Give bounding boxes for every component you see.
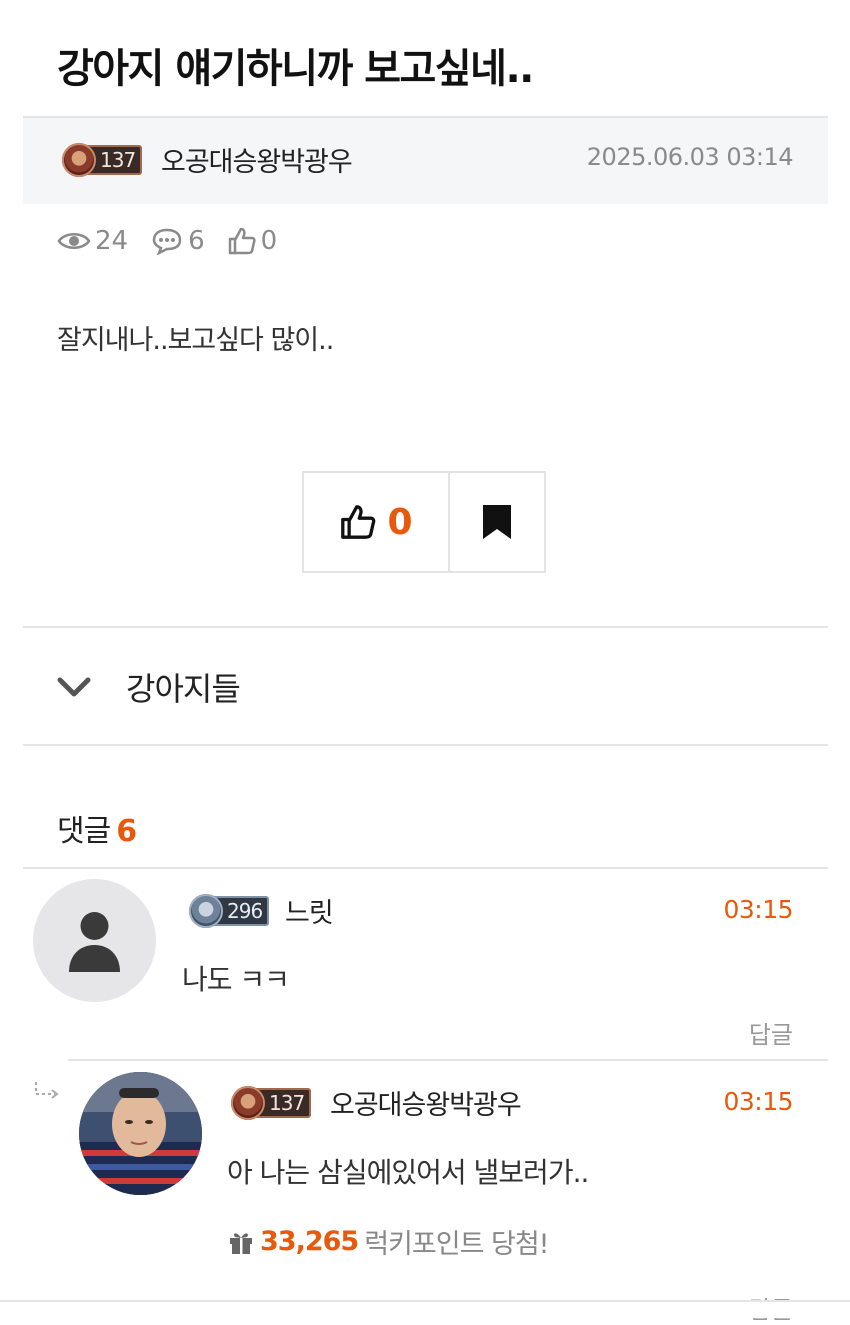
bookmark-button[interactable] [450,473,544,571]
comment-text: 아 나는 삼실에있어서 낼보러가.. [227,1156,589,1189]
divider [23,626,828,628]
like-button[interactable]: 0 [304,473,450,571]
rank-emblem-icon [231,1086,265,1120]
comment-bubble-icon [152,228,182,255]
gift-icon [230,1232,252,1254]
chevron-down-icon [57,677,91,697]
views-count: 24 [95,226,129,256]
reply-arrow-icon [35,1082,59,1099]
comment-text: 나도 ㅋㅋ [182,963,290,996]
comment-author-name[interactable]: 느릿 [285,891,334,930]
post-stats: 24 6 0 [57,226,299,256]
reply-button[interactable]: 답글 [749,1015,793,1050]
eye-icon [57,233,91,249]
divider [23,744,828,746]
avatar[interactable] [33,879,156,1002]
default-user-icon [69,912,120,972]
comment-author-name[interactable]: 오공대승왕박광우 [330,1083,522,1122]
lucky-point-notice: 33,265 럭키포인트 당첨! [228,1222,550,1261]
level-badge: 137 [62,143,143,177]
like-button-count: 0 [387,501,413,543]
profile-photo [79,1072,202,1195]
views-stat: 24 [57,226,128,256]
level-badge: 296 [189,894,270,928]
bookmark-icon [483,505,511,539]
divider [23,867,828,869]
post-title: 강아지 얘기하니까 보고싶네.. [57,46,534,92]
level-badge: 137 [231,1086,312,1120]
lucky-points: 33,265 [260,1226,359,1257]
rank-emblem-icon [189,894,223,928]
category-label: 강아지들 [126,670,241,708]
comments-stat: 6 [150,226,205,256]
avatar[interactable] [79,1072,202,1195]
comment-time: 03:15 [723,895,793,924]
thumbs-up-icon [341,505,376,539]
comments-header-count: 6 [116,814,137,849]
author-name[interactable]: 오공대승왕박광우 [161,140,353,179]
likes-count: 0 [260,226,278,256]
comments-header-label: 댓글 [57,814,111,849]
thumbs-up-icon [228,227,256,255]
post-actions: 0 [302,471,546,573]
category-toggle[interactable]: 강아지들 [57,664,241,710]
rank-emblem-icon [62,143,96,177]
divider [68,1059,828,1061]
comments-header: 댓글 6 [57,806,137,850]
lucky-text: 럭키포인트 당첨! [364,1229,549,1260]
bottom-bar [0,1302,850,1318]
post-body: 잘지내나..보고싶다 많이.. [57,325,334,356]
likes-stat: 0 [227,226,278,256]
comments-count: 6 [188,226,205,256]
comment-time: 03:15 [723,1087,793,1116]
post-date: 2025.06.03 03:14 [586,143,794,171]
